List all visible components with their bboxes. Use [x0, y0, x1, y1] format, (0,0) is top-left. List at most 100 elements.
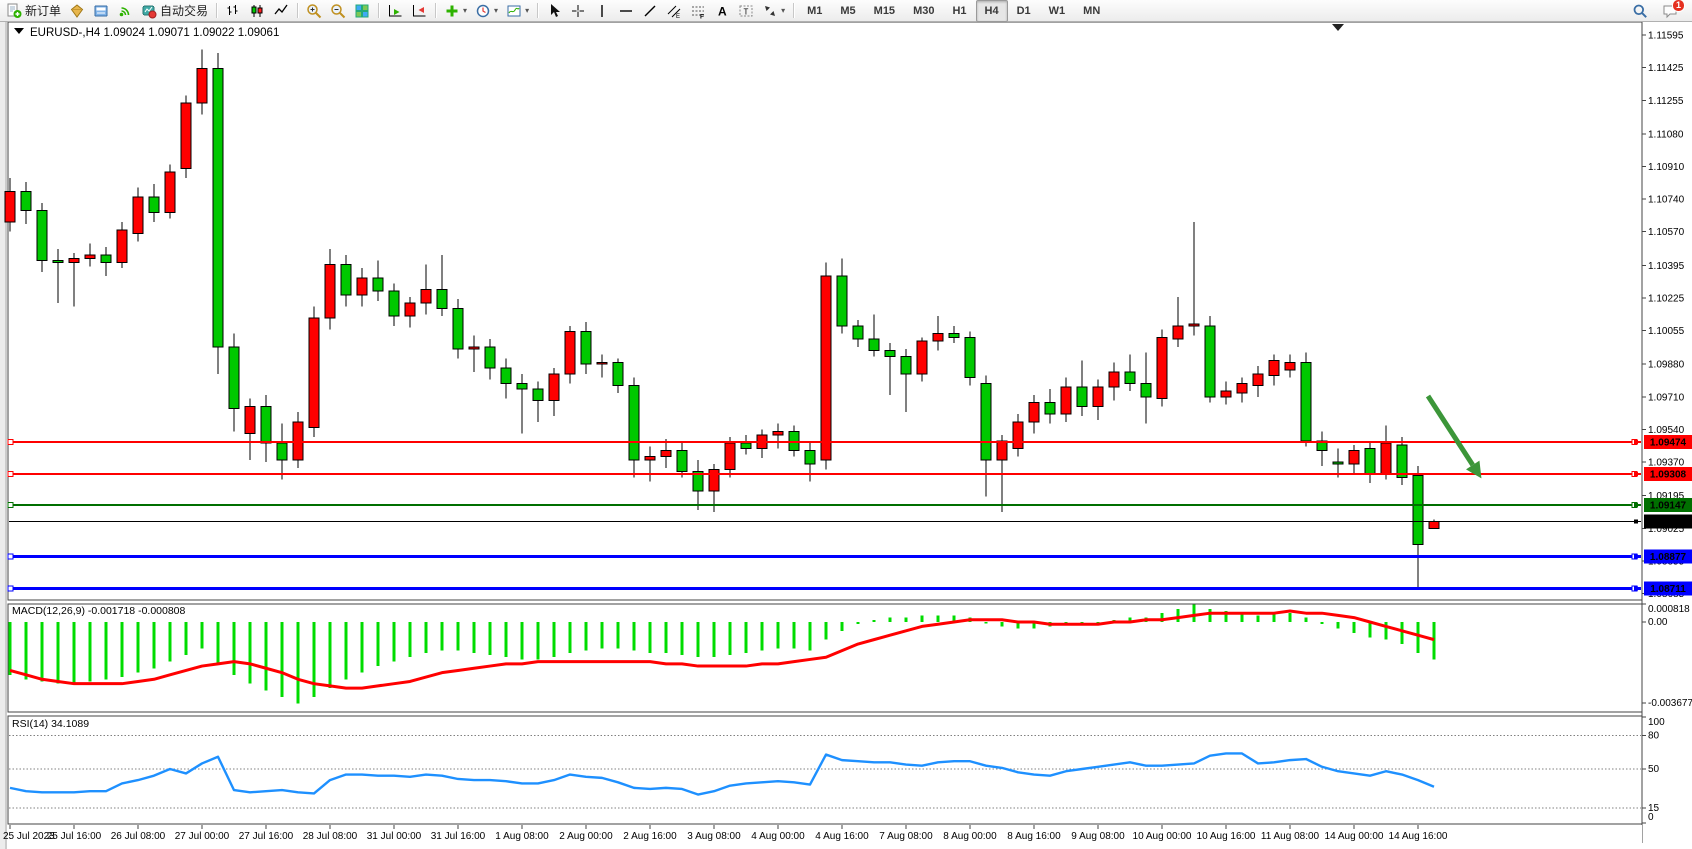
macd-bar [153, 622, 156, 668]
macd-bar [1417, 622, 1420, 653]
rsi-label: RSI(14) 34.1089 [12, 718, 89, 730]
timeframe-w1[interactable]: W1 [1040, 0, 1075, 22]
trendline-tool[interactable] [638, 0, 662, 22]
macd-tick-label: 0.00 [1648, 617, 1668, 628]
time-axis[interactable]: 25 Jul 202325 Jul 16:0026 Jul 08:0027 Ju… [3, 825, 1642, 849]
time-tick-label: 25 Jul 16:00 [47, 831, 102, 842]
bear-candle [261, 406, 271, 442]
horizontal-line-tool[interactable] [614, 0, 638, 22]
bull-candle [469, 347, 479, 349]
timeframe-d1[interactable]: D1 [1008, 0, 1040, 22]
bull-candle [725, 443, 735, 470]
line-handle-left[interactable] [8, 554, 13, 559]
bull-candle [293, 422, 303, 460]
bear-candle [853, 326, 863, 339]
bear-candle [149, 197, 159, 212]
time-tick-label: 31 Jul 16:00 [431, 831, 486, 842]
auto-scroll-button[interactable] [383, 0, 407, 22]
macd-bar [377, 622, 380, 666]
signal-icon [117, 3, 133, 19]
line-axis-handle [1634, 519, 1638, 523]
bear-candle [1077, 387, 1087, 406]
timeframe-d1-label: D1 [1012, 4, 1036, 18]
chart-shift-button[interactable] [407, 0, 431, 22]
bull-candle [181, 103, 191, 168]
bull-candle [309, 318, 319, 427]
line-handle-left[interactable] [8, 502, 13, 507]
macd-bar [633, 622, 636, 651]
bear-candle [341, 264, 351, 295]
new-order-icon [6, 3, 22, 19]
bull-candle [917, 341, 927, 374]
zoom-out-button[interactable] [326, 0, 350, 22]
text-label-tool[interactable]: T [734, 0, 758, 22]
bear-candle [373, 278, 383, 291]
equidistant-channel-tool[interactable]: E [662, 0, 686, 22]
channel-icon: E [666, 3, 682, 19]
macd-bar [857, 622, 860, 624]
price-tick-label: 1.09710 [1648, 392, 1685, 403]
timeframe-mn[interactable]: MN [1074, 0, 1109, 22]
bull-candle [933, 333, 943, 341]
line-handle-left[interactable] [8, 440, 13, 445]
timeframe-h4[interactable]: H4 [976, 0, 1008, 22]
bar-chart-button[interactable] [221, 0, 245, 22]
line-handle-left[interactable] [8, 586, 13, 591]
clock-icon [475, 3, 491, 19]
macd-bar [985, 622, 988, 624]
toolbar-separator [537, 3, 538, 18]
timeframe-h1[interactable]: H1 [943, 0, 975, 22]
timeframe-m30[interactable]: M30 [904, 0, 943, 22]
periods-button[interactable]: ▾ [471, 0, 502, 22]
fibonacci-tool[interactable]: F [686, 0, 710, 22]
signals-button[interactable] [113, 0, 137, 22]
bull-candle [117, 230, 127, 263]
candlestick-chart-button[interactable] [245, 0, 269, 22]
bear-candle [1045, 403, 1055, 415]
market-watch-button[interactable] [65, 0, 89, 22]
macd-bar [569, 622, 572, 653]
pane-splitter-rsi[interactable] [8, 712, 1642, 716]
price-tick-label: 1.09880 [1648, 360, 1685, 371]
bear-candle [613, 362, 623, 385]
bull-candle [645, 456, 655, 460]
time-tick-label: 9 Aug 08:00 [1071, 831, 1125, 842]
macd-bar [41, 622, 44, 681]
macd-bar [489, 622, 492, 655]
bull-candle [1093, 387, 1103, 406]
new-order-button[interactable]: 新订单 [2, 0, 65, 22]
auto-scroll-icon [387, 3, 403, 19]
autotrading-button[interactable]: 自动交易 [137, 0, 212, 22]
time-tick-label: 11 Aug 08:00 [1261, 831, 1320, 842]
timeframe-m5[interactable]: M5 [831, 0, 864, 22]
vertical-line-tool[interactable] [590, 0, 614, 22]
line-chart-button[interactable] [269, 0, 293, 22]
timeframe-m1[interactable]: M1 [798, 0, 831, 22]
line-handle-left[interactable] [8, 471, 13, 476]
indicators-button[interactable]: ▾ [440, 0, 471, 22]
tile-windows-button[interactable] [350, 0, 374, 22]
arrows-tool[interactable]: ▾ [758, 0, 789, 22]
price-tick-label: 1.10225 [1648, 293, 1685, 304]
cursor-tool[interactable] [542, 0, 566, 22]
macd-bar [1337, 622, 1340, 629]
search-button[interactable] [1628, 0, 1652, 22]
templates-button[interactable]: ▾ [502, 0, 533, 22]
crosshair-tool[interactable] [566, 0, 590, 22]
text-tool[interactable]: A [710, 0, 734, 22]
pane-splitter-macd[interactable] [8, 600, 1642, 604]
bull-candle [1269, 360, 1279, 375]
timeframe-m15[interactable]: M15 [865, 0, 904, 22]
macd-bar [841, 622, 844, 631]
price-tick-label: 1.11255 [1648, 96, 1684, 107]
trendline-icon [642, 3, 658, 19]
macd-bar [89, 622, 92, 681]
macd-bar [137, 622, 140, 673]
notifications-button[interactable]: 1 [1658, 0, 1682, 22]
zoom-out-icon [330, 3, 346, 19]
bear-candle [805, 451, 815, 464]
svg-text:T: T [744, 7, 749, 16]
zoom-in-button[interactable] [302, 0, 326, 22]
bear-candle [277, 443, 287, 460]
data-window-button[interactable] [89, 0, 113, 22]
